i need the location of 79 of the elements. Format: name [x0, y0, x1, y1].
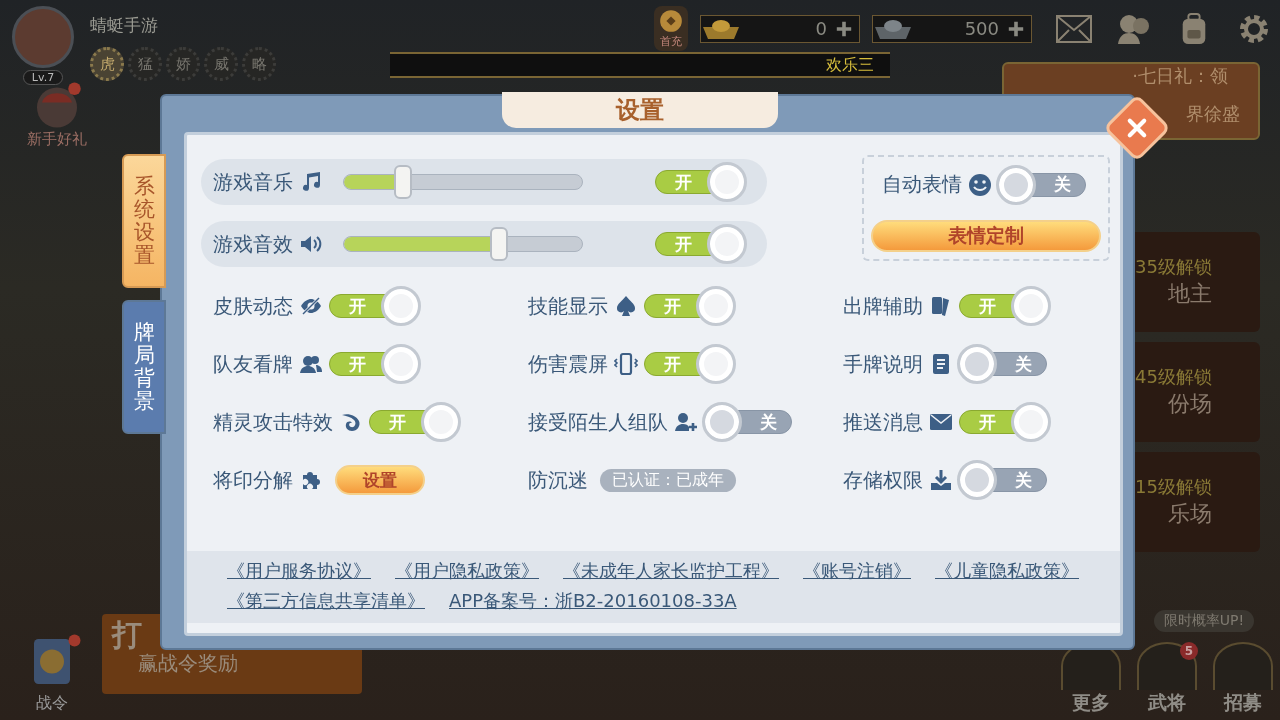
level-label: Lv.7: [22, 70, 64, 85]
setting-label: 防沉迷: [528, 466, 588, 494]
title-badge[interactable]: 娇: [166, 47, 200, 81]
volume-slider[interactable]: [343, 227, 583, 261]
side-tab[interactable]: 牌局背景: [122, 300, 166, 434]
toggle-switch[interactable]: 关: [998, 164, 1090, 205]
username: 蜻蜓手游: [90, 14, 159, 37]
currency-amount: 500: [963, 18, 999, 39]
mode-name: 地主: [1168, 280, 1212, 308]
settings-button[interactable]: 设置: [335, 465, 425, 495]
policy-link[interactable]: 《用户隐私政策》: [395, 559, 539, 583]
battle-pass-button[interactable]: 战令: [12, 633, 92, 714]
toggle-switch[interactable]: 开: [329, 344, 421, 384]
setting-label: 队友看牌: [213, 350, 293, 378]
mode-name: 乐场: [1168, 500, 1212, 528]
spade-icon: [614, 294, 638, 318]
coin-icon: [658, 8, 684, 34]
toggle-switch[interactable]: 开: [655, 162, 747, 202]
setting-label: 皮肤动态: [213, 292, 293, 320]
promo-title: ·七日礼：领: [1132, 64, 1228, 88]
title-badge[interactable]: 威: [204, 47, 238, 81]
policy-link[interactable]: 《未成年人家长监护工程》: [563, 559, 779, 583]
toggle-switch[interactable]: 开: [369, 402, 461, 442]
side-tab[interactable]: 系统设置: [122, 154, 166, 288]
setting-label: 游戏音乐: [213, 168, 293, 196]
title-badge[interactable]: 猛: [128, 47, 162, 81]
banner-text: 欢乐三: [826, 54, 874, 76]
policy-link[interactable]: APP备案号：浙B2-20160108-33A: [449, 589, 737, 613]
toggle-switch[interactable]: 开: [655, 224, 747, 264]
currency-amount: 0: [814, 18, 827, 39]
plus-icon[interactable]: [1007, 19, 1025, 38]
dialog-title: 设置: [502, 92, 778, 128]
title-badge[interactable]: 虎: [90, 47, 124, 81]
toggle-switch[interactable]: 关: [704, 402, 796, 442]
setting-label: 技能显示: [528, 292, 608, 320]
setting-label: 推送消息: [843, 408, 923, 436]
tooltip-bubble: 限时概率UP!: [1153, 610, 1254, 632]
toggle-switch[interactable]: 关: [959, 460, 1051, 500]
first-recharge-button[interactable]: 首充: [654, 6, 688, 51]
setting-label: 手牌说明: [843, 350, 923, 378]
eye-slash-icon: [299, 294, 323, 318]
unlock-label: 15级解锁: [1135, 475, 1212, 499]
promo-subtitle: 界徐盛: [1186, 102, 1240, 126]
smiley-icon: [968, 172, 992, 197]
mail-icon[interactable]: [1056, 12, 1092, 45]
policy-link[interactable]: 《用户服务协议》: [227, 559, 371, 583]
toggle-switch[interactable]: 开: [644, 344, 736, 384]
setting-label: 将印分解: [213, 466, 293, 494]
policy-link[interactable]: 《儿童隐私政策》: [935, 559, 1079, 583]
setting-label: 存储权限: [843, 466, 923, 494]
unlock-label: 45级解锁: [1135, 365, 1212, 389]
setting-label: 伤害震屏: [528, 350, 608, 378]
plus-icon[interactable]: [835, 19, 853, 38]
person-plus-icon: [674, 410, 698, 434]
verification-badge: 已认证：已成年: [600, 468, 736, 492]
mode-name: 份场: [1168, 390, 1212, 418]
notification-badge: 5: [1180, 642, 1198, 660]
toggle-switch[interactable]: 开: [329, 286, 421, 326]
setting-label: 接受陌生人组队: [528, 408, 668, 436]
volume-slider[interactable]: [343, 165, 583, 199]
toggle-switch[interactable]: 开: [959, 402, 1051, 442]
phone-vibrate-icon: [614, 352, 638, 376]
download-icon: [929, 468, 953, 492]
friends-icon[interactable]: [1116, 12, 1152, 45]
policy-link[interactable]: 《第三方信息共享清单》: [227, 589, 425, 613]
toggle-switch[interactable]: 关: [959, 344, 1051, 384]
setting-label: 出牌辅助: [843, 292, 923, 320]
unlock-label: 35级解锁: [1135, 255, 1212, 279]
rank-title: 打: [112, 620, 143, 650]
toggle-switch[interactable]: 开: [959, 286, 1051, 326]
setting-label: 游戏音效: [213, 230, 293, 258]
setting-label: 自动表情: [882, 171, 962, 198]
title-badge[interactable]: 略: [242, 47, 276, 81]
toggle-switch[interactable]: 开: [644, 286, 736, 326]
rank-subtitle: 赢战令奖励: [137, 650, 239, 677]
policy-link[interactable]: 《账号注销》: [803, 559, 911, 583]
close-icon: [1125, 116, 1149, 140]
setting-label: 精灵攻击特效: [213, 408, 333, 436]
emote-customize-button[interactable]: 表情定制: [871, 219, 1101, 252]
